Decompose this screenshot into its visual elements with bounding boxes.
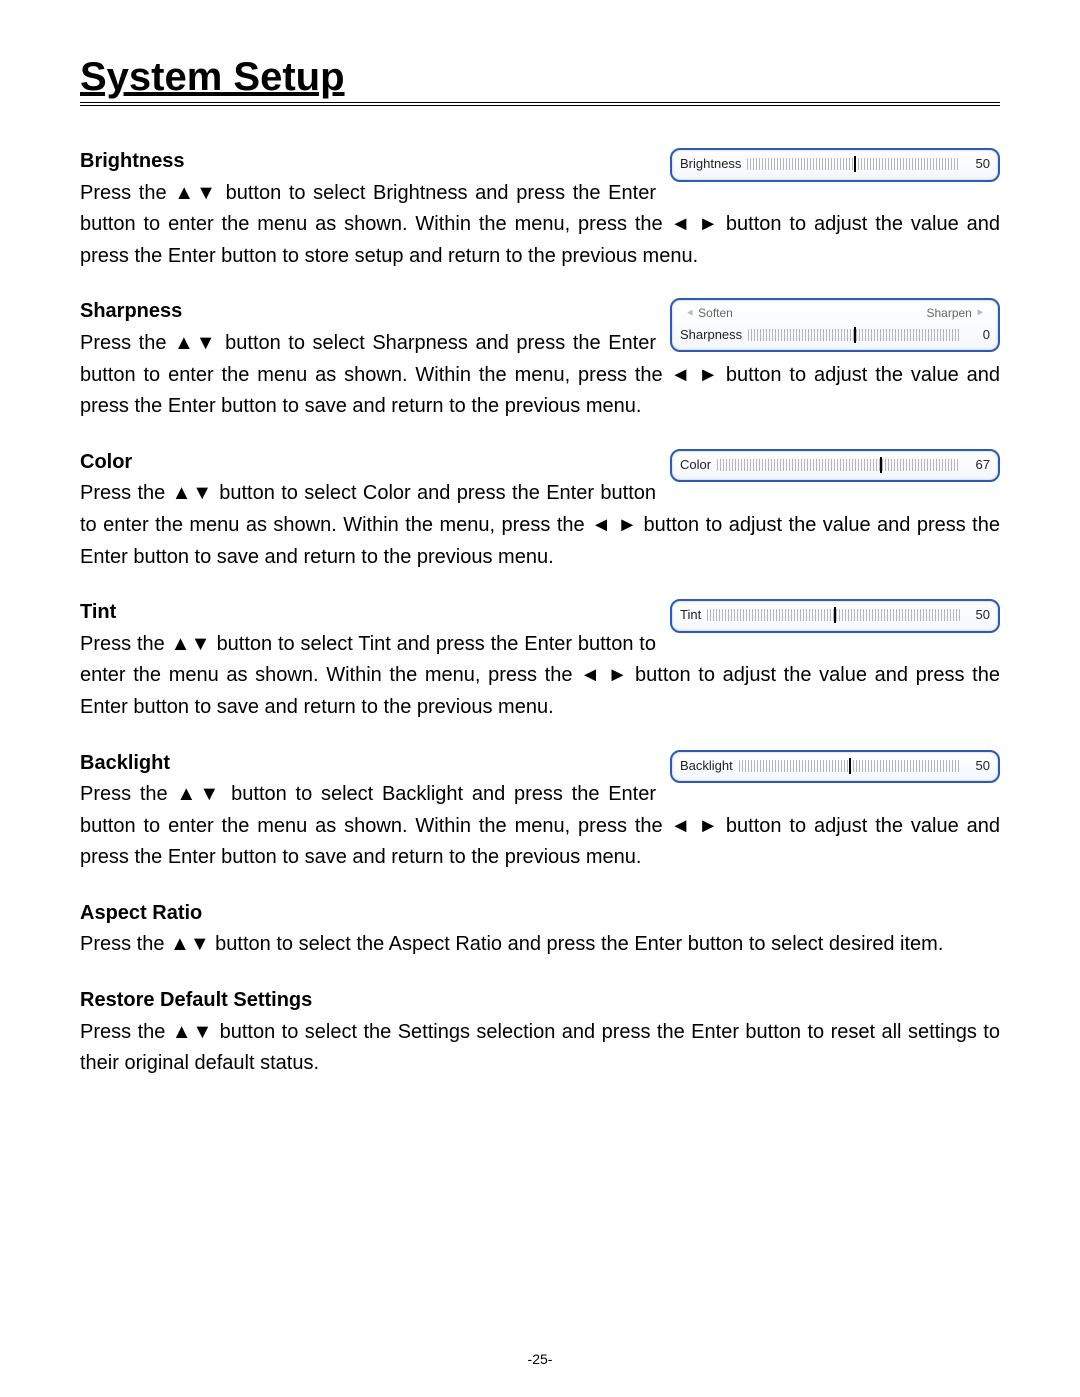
text: Press the ▲▼ button to select the Settin… — [80, 1021, 1000, 1075]
section-backlight: Backlight 50 Backlight Press the ▲▼ butt… — [80, 748, 1000, 874]
osd-sharpness: ⯇ Soften Sharpen ⯈ Sharpness 0 — [670, 298, 1000, 352]
osd-backlight: Backlight 50 — [670, 750, 1000, 784]
section-brightness: Brightness 50 Brightness Press the ▲▼ bu… — [80, 146, 1000, 272]
osd-tint: Tint 50 — [670, 599, 1000, 633]
page-number: -25- — [0, 1351, 1080, 1367]
heading-tint: Tint — [80, 601, 116, 623]
heading-color: Color — [80, 451, 132, 473]
osd-slider — [739, 760, 960, 772]
heading-restore: Restore Default Settings — [80, 989, 312, 1011]
section-tint: Tint 50 Tint Press the ▲▼ button to sele… — [80, 597, 1000, 723]
osd-slider — [717, 459, 960, 471]
osd-color: Color 67 — [670, 449, 1000, 483]
osd-label: Brightness — [680, 154, 741, 175]
osd-value: 50 — [966, 756, 990, 777]
osd-left-label: Soften — [698, 306, 733, 320]
manual-page: System Setup Brightness 50 Brightness Pr… — [0, 0, 1080, 1397]
osd-label: Sharpness — [680, 325, 742, 346]
osd-slider — [707, 609, 960, 621]
arrow-left-icon: ⯇ — [686, 308, 695, 320]
heading-sharpness: Sharpness — [80, 300, 182, 322]
osd-value: 0 — [966, 325, 990, 346]
osd-value: 50 — [966, 605, 990, 626]
osd-brightness: Brightness 50 — [670, 148, 1000, 182]
title-rule — [80, 102, 1000, 106]
section-color: Color 67 Color Press the ▲▼ button to se… — [80, 447, 1000, 573]
section-aspect-ratio: Aspect Ratio Press the ▲▼ button to sele… — [80, 898, 1000, 961]
arrow-right-icon: ⯈ — [975, 308, 984, 320]
osd-slider — [747, 158, 960, 170]
heading-brightness: Brightness — [80, 150, 184, 172]
osd-right-label: Sharpen — [926, 306, 971, 320]
osd-value: 50 — [966, 154, 990, 175]
heading-backlight: Backlight — [80, 752, 170, 774]
osd-label: Backlight — [680, 756, 733, 777]
section-sharpness: ⯇ Soften Sharpen ⯈ Sharpness 0 Sharpness… — [80, 296, 1000, 422]
osd-label: Color — [680, 455, 711, 476]
osd-label: Tint — [680, 605, 701, 626]
page-title: System Setup — [80, 55, 1000, 100]
osd-value: 67 — [966, 455, 990, 476]
section-restore-defaults: Restore Default Settings Press the ▲▼ bu… — [80, 985, 1000, 1080]
text: Press the ▲▼ button to select the Aspect… — [80, 933, 943, 955]
heading-aspect: Aspect Ratio — [80, 902, 202, 924]
osd-slider — [748, 329, 960, 341]
